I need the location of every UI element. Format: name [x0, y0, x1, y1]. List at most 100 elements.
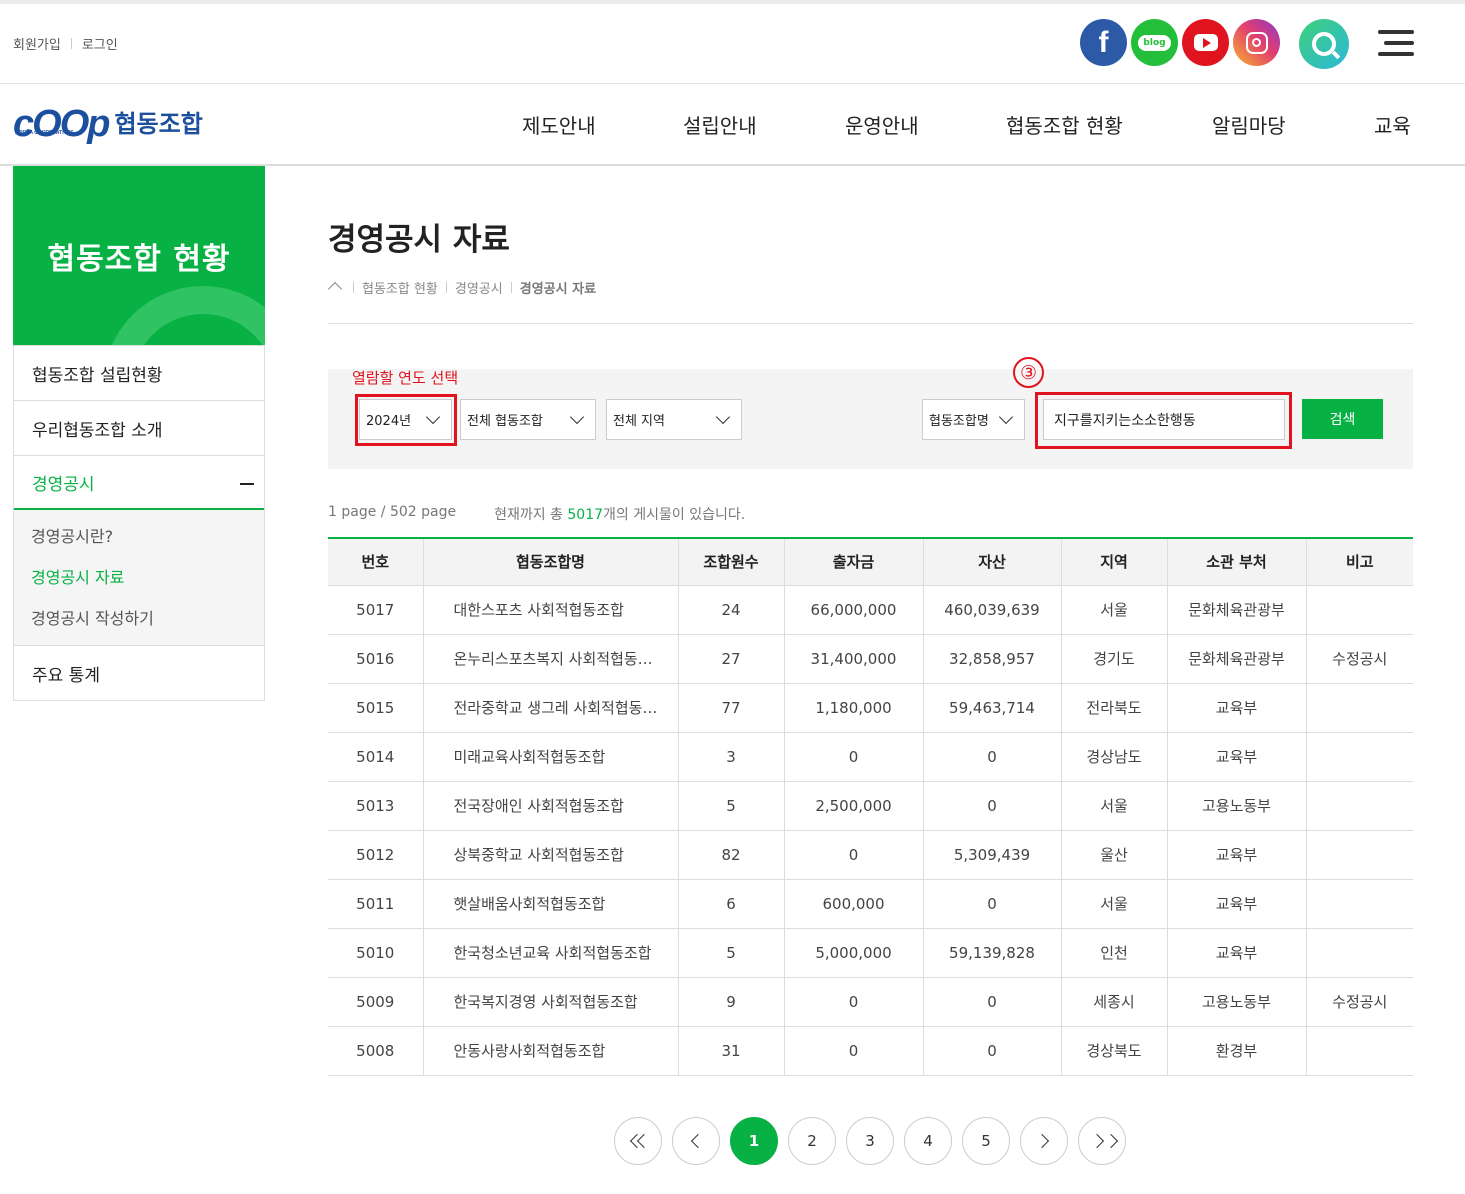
- instagram-icon[interactable]: [1233, 19, 1280, 66]
- cell-capital: 0: [783, 830, 923, 880]
- blog-label: blog: [1138, 34, 1171, 51]
- cell-coop-name[interactable]: 미래교육사회적협동조합: [422, 732, 678, 782]
- type-select[interactable]: 전체 협동조합: [460, 399, 596, 440]
- next-page-button[interactable]: [1020, 1117, 1068, 1165]
- breadcrumb-item[interactable]: 경영공시: [455, 278, 503, 297]
- sidebar-sub-write[interactable]: 경영공시 작성하기: [31, 598, 264, 639]
- annotation-number: ③: [1013, 357, 1044, 388]
- cell-ministry: 교육부: [1166, 879, 1306, 929]
- page-button[interactable]: 1: [730, 1117, 778, 1165]
- chevron-down-icon: [998, 409, 1014, 425]
- cell-row-number: 5011: [328, 879, 423, 929]
- cell-member-count: 24: [677, 585, 784, 635]
- collapse-icon[interactable]: [240, 483, 254, 485]
- cell-ministry: 교육부: [1166, 928, 1306, 978]
- search-button[interactable]: 검색: [1302, 399, 1383, 439]
- cell-coop-name[interactable]: 안동사랑사회적협동조합: [422, 1026, 678, 1076]
- field-select[interactable]: 협동조합명: [922, 399, 1025, 440]
- menu-icon[interactable]: [1378, 30, 1414, 63]
- table-header-row: 번호 협동조합명 조합원수 출자금 자산 지역 소관 부처 비고: [328, 537, 1413, 586]
- region-select[interactable]: 전체 지역: [606, 399, 742, 440]
- facebook-icon[interactable]: f: [1080, 19, 1127, 66]
- nav-item-system[interactable]: 제도안내: [522, 110, 596, 139]
- nav-item-operation[interactable]: 운영안내: [845, 110, 919, 139]
- cell-member-count: 82: [677, 830, 784, 880]
- cell-coop-name[interactable]: 한국복지경영 사회적협동조합: [422, 977, 678, 1027]
- cell-ministry: 환경부: [1166, 1026, 1306, 1076]
- cell-ministry: 문화체육관광부: [1166, 585, 1306, 635]
- disclosure-table: 번호 협동조합명 조합원수 출자금 자산 지역 소관 부처 비고 5017 대한스…: [328, 537, 1413, 1076]
- cell-coop-name[interactable]: 대한스포츠 사회적협동조합: [422, 585, 678, 635]
- home-icon[interactable]: [328, 282, 341, 294]
- cell-coop-name[interactable]: 온누리스포츠복지 사회적협동…: [422, 634, 678, 684]
- sidebar-item-establish-status[interactable]: 협동조합 설립현황: [14, 345, 264, 400]
- nav-item-status[interactable]: 협동조합 현황: [1006, 110, 1123, 139]
- sidebar-item-statistics[interactable]: 주요 통계: [14, 645, 264, 700]
- search-icon[interactable]: [1299, 19, 1349, 69]
- sidebar-menu: 협동조합 설립현황 우리협동조합 소개 경영공시 경영공시란? 경영공시 자료 …: [13, 345, 265, 701]
- main-nav: 제도안내 설립안내 운영안내 협동조합 현황 알림마당 교육: [0, 110, 1465, 140]
- signup-link[interactable]: 회원가입: [13, 34, 61, 53]
- col-header: 번호: [328, 537, 423, 586]
- nav-item-notice[interactable]: 알림마당: [1212, 110, 1286, 139]
- table-row[interactable]: 5008 안동사랑사회적협동조합 31 0 0 경상북도 환경부: [328, 1026, 1413, 1076]
- sidebar-sub-what[interactable]: 경영공시란?: [31, 516, 264, 557]
- table-row[interactable]: 5011 햇살배움사회적협동조합 6 600,000 0 서울 교육부: [328, 879, 1413, 929]
- cell-assets: 32,858,957: [922, 634, 1061, 684]
- cell-coop-name[interactable]: 상북중학교 사회적협동조합: [422, 830, 678, 880]
- cell-assets: 0: [922, 1026, 1061, 1076]
- sidebar-item-intro[interactable]: 우리협동조합 소개: [14, 400, 264, 455]
- cell-member-count: 77: [677, 683, 784, 733]
- nav-item-establish[interactable]: 설립안내: [683, 110, 757, 139]
- nav-item-education[interactable]: 교육: [1374, 110, 1411, 139]
- sidebar-sub-data[interactable]: 경영공시 자료: [31, 557, 264, 598]
- cell-row-number: 5008: [328, 1026, 423, 1076]
- table-row[interactable]: 5012 상북중학교 사회적협동조합 82 0 5,309,439 울산 교육부: [328, 830, 1413, 880]
- cell-note: [1305, 683, 1413, 733]
- table-row[interactable]: 5014 미래교육사회적협동조합 3 0 0 경상남도 교육부: [328, 732, 1413, 782]
- page-button[interactable]: 3: [846, 1117, 894, 1165]
- annotation-label: 열람할 연도 선택: [352, 369, 459, 387]
- cell-capital: 5,000,000: [783, 928, 923, 978]
- cell-capital: 66,000,000: [783, 585, 923, 635]
- cell-assets: 0: [922, 879, 1061, 929]
- last-page-button[interactable]: [1078, 1117, 1126, 1165]
- cell-coop-name[interactable]: 한국청소년교육 사회적협동조합: [422, 928, 678, 978]
- title-divider: [328, 323, 1413, 324]
- cell-coop-name[interactable]: 전라중학교 생그레 사회적협동…: [422, 683, 678, 733]
- cell-note: [1305, 879, 1413, 929]
- count-number: 5017: [567, 507, 604, 523]
- cell-note: 수정공시: [1305, 634, 1413, 684]
- page-info: 1 page / 502 page: [328, 504, 457, 520]
- page-button[interactable]: 2: [788, 1117, 836, 1165]
- table-row[interactable]: 5010 한국청소년교육 사회적협동조합 5 5,000,000 59,139,828 인…: [328, 928, 1413, 978]
- cell-coop-name[interactable]: 햇살배움사회적협동조합: [422, 879, 678, 929]
- table-row[interactable]: 5013 전국장애인 사회적협동조합 5 2,500,000 0 서울 고용노동부: [328, 781, 1413, 831]
- table-row[interactable]: 5009 한국복지경영 사회적협동조합 9 0 0 세종시 고용노동부 수정공시: [328, 977, 1413, 1027]
- login-link[interactable]: 로그인: [82, 34, 118, 53]
- youtube-icon[interactable]: [1182, 19, 1229, 66]
- first-page-button[interactable]: [614, 1117, 662, 1165]
- table-row[interactable]: 5016 온누리스포츠복지 사회적협동… 27 31,400,000 32,858,95…: [328, 634, 1413, 684]
- cell-ministry: 고용노동부: [1166, 781, 1306, 831]
- table-row[interactable]: 5015 전라중학교 생그레 사회적협동… 77 1,180,000 59,463,71…: [328, 683, 1413, 733]
- cell-row-number: 5014: [328, 732, 423, 782]
- page-button[interactable]: 4: [904, 1117, 952, 1165]
- cell-region: 경기도: [1060, 634, 1167, 684]
- cell-ministry: 교육부: [1166, 732, 1306, 782]
- cell-capital: 0: [783, 977, 923, 1027]
- breadcrumb-item[interactable]: 협동조합 현황: [362, 278, 438, 297]
- region-select-value: 전체 지역: [613, 414, 665, 429]
- annotation-box-keyword: [1035, 392, 1292, 449]
- sidebar-item-disclosure[interactable]: 경영공시: [14, 455, 264, 510]
- table-row[interactable]: 5017 대한스포츠 사회적협동조합 24 66,000,000 460,039,639…: [328, 585, 1413, 635]
- cell-coop-name[interactable]: 전국장애인 사회적협동조합: [422, 781, 678, 831]
- page-button[interactable]: 5: [962, 1117, 1010, 1165]
- prev-page-button[interactable]: [672, 1117, 720, 1165]
- blog-icon[interactable]: blog: [1131, 19, 1178, 66]
- cell-assets: 59,139,828: [922, 928, 1061, 978]
- cell-note: [1305, 732, 1413, 782]
- cell-note: [1305, 1026, 1413, 1076]
- cell-row-number: 5012: [328, 830, 423, 880]
- cell-assets: 0: [922, 977, 1061, 1027]
